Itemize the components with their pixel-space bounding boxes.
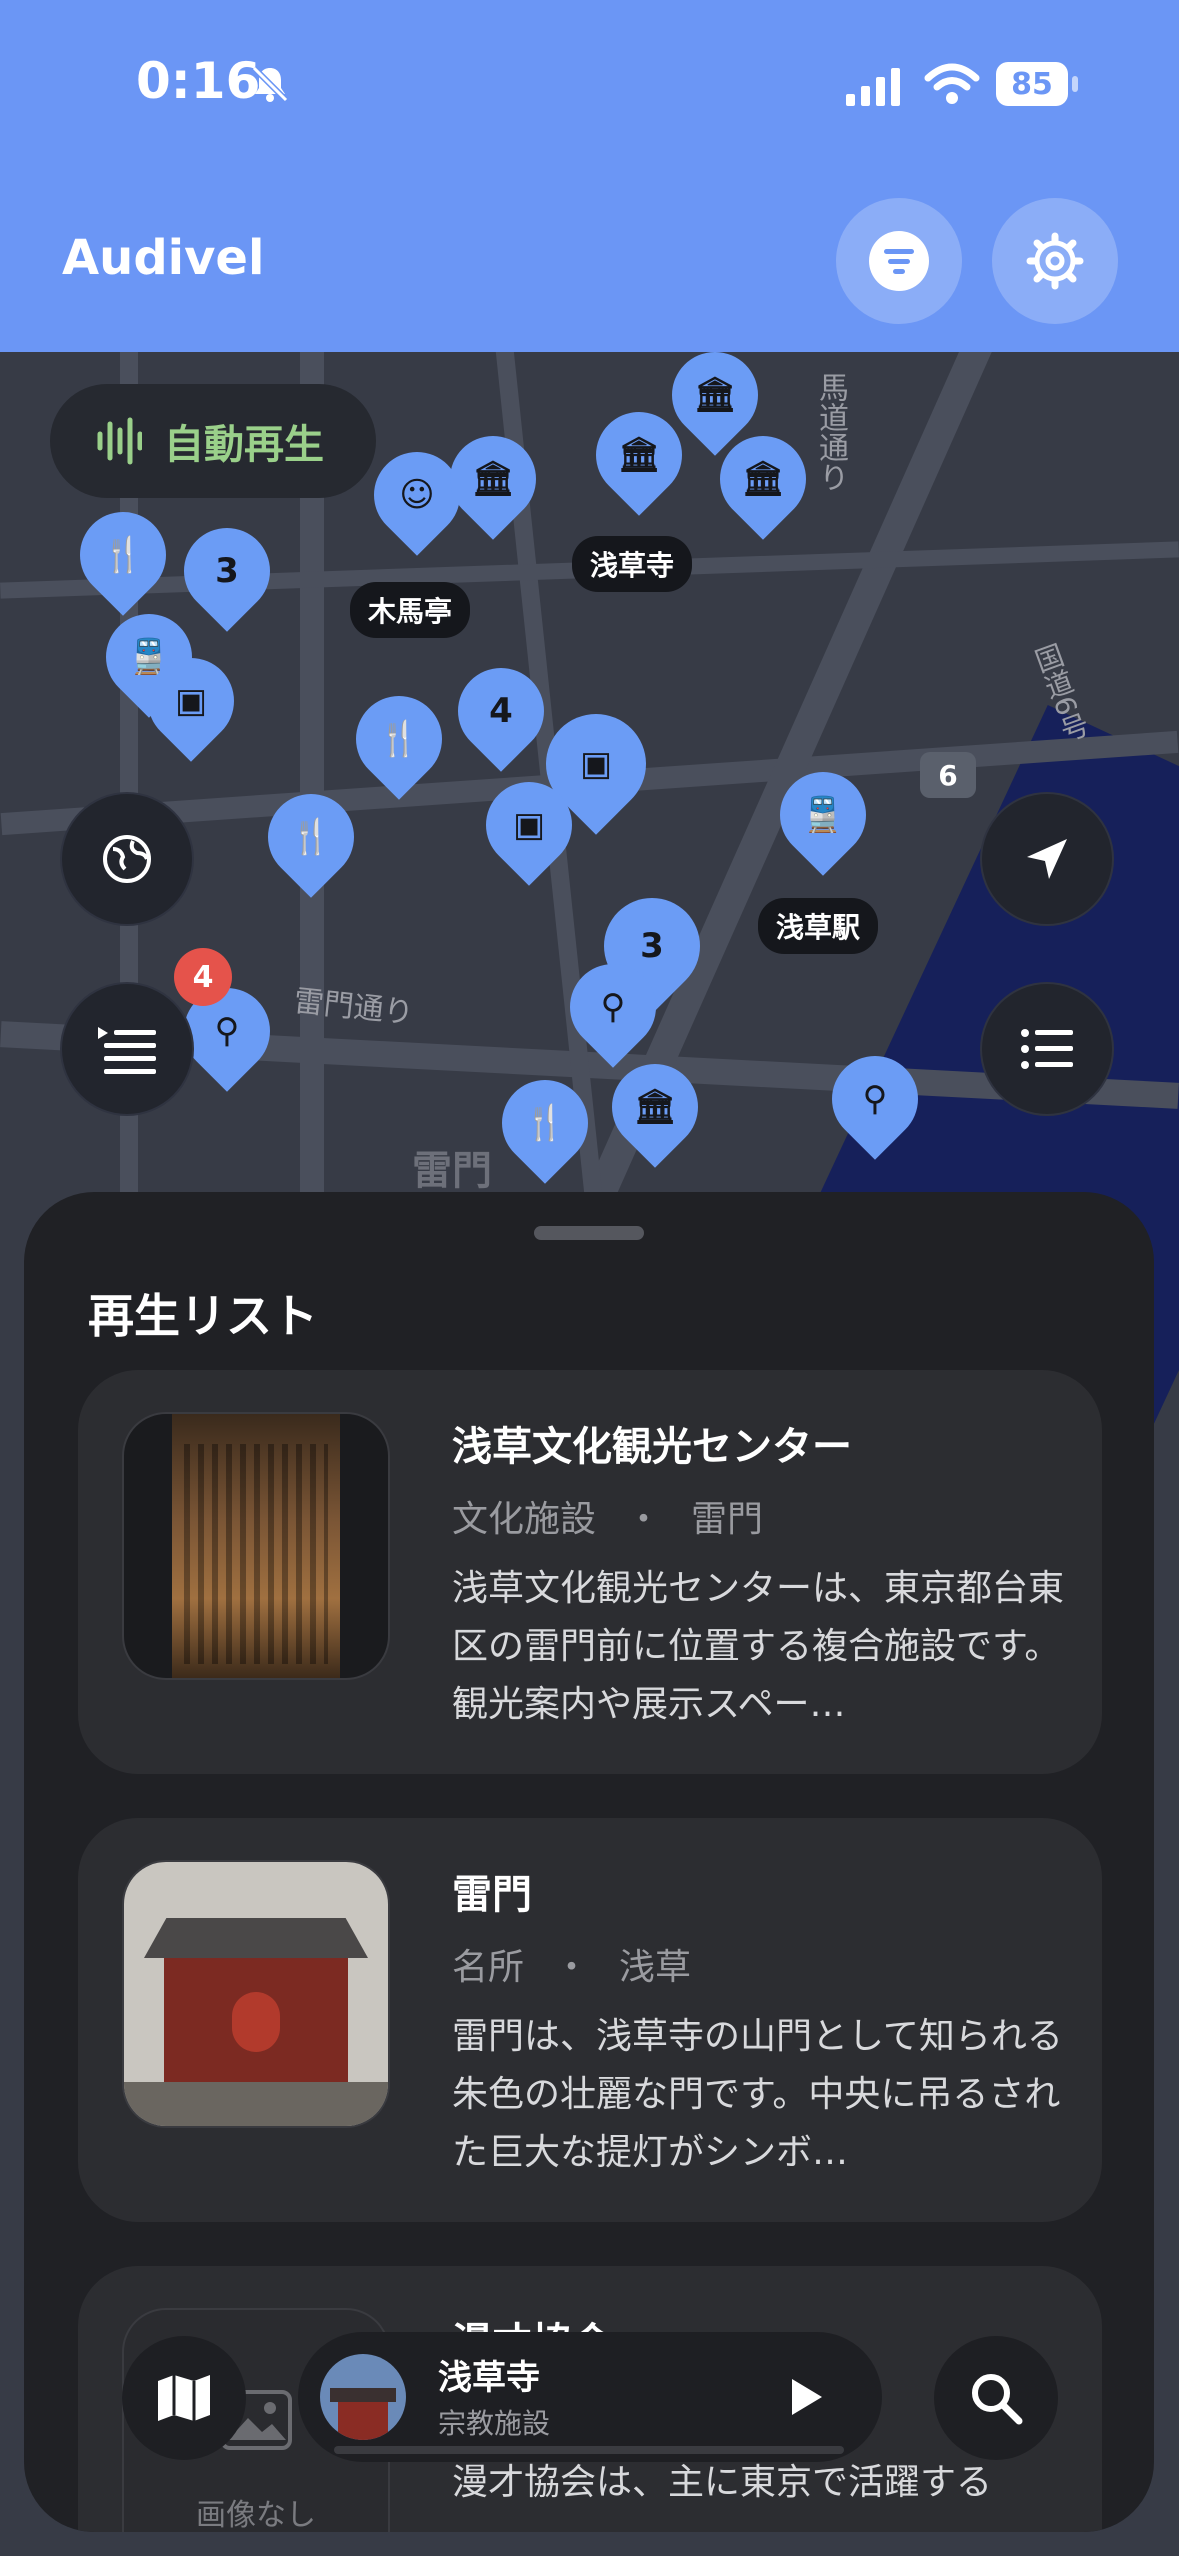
now-playing-bar[interactable]: 浅草寺 宗教施設	[298, 2332, 882, 2462]
location-pin-icon: ⚲	[862, 1079, 888, 1119]
filter-button[interactable]	[836, 198, 962, 324]
meta-separator: ・	[625, 1499, 662, 1540]
map-pin-restaurant[interactable]: 🍴	[484, 1062, 606, 1184]
wifi-icon	[924, 63, 980, 104]
settings-button[interactable]	[992, 198, 1118, 324]
waveform-icon	[97, 417, 142, 465]
bag-icon: ▣	[512, 805, 546, 845]
app-header: 0:16 85 Audivel	[0, 0, 1179, 352]
bell-muted-icon	[251, 65, 289, 103]
map-label-sensoji[interactable]: 浅草寺	[572, 536, 693, 592]
train-icon: 🚆	[801, 795, 845, 835]
battery-level: 85	[1011, 66, 1053, 102]
list-view-button[interactable]	[982, 984, 1112, 1114]
map-pin-train[interactable]: 🚆	[762, 754, 884, 876]
location-pin-icon: ⚲	[600, 987, 626, 1027]
progress-track[interactable]	[334, 2446, 844, 2454]
meta-separator: ・	[553, 1947, 590, 1988]
app-title: Audivel	[62, 230, 265, 286]
theater-masks-icon: ☺	[399, 475, 435, 515]
sheet-grabber[interactable]	[534, 1226, 644, 1240]
play-icon[interactable]	[786, 2376, 826, 2418]
fork-knife-icon: 🍴	[101, 535, 145, 575]
item-area: 浅草	[618, 1947, 691, 1988]
location-arrow-icon	[1027, 839, 1067, 879]
museum-icon: 🏛	[617, 435, 661, 475]
map-pin-museum[interactable]: 🏛	[432, 418, 554, 540]
map-pin-spot[interactable]: ⚲	[814, 1038, 936, 1160]
map-icon	[158, 2375, 210, 2421]
item-area: 雷門	[690, 1499, 763, 1540]
playlist-icon	[98, 1027, 156, 1074]
battery-tip	[1072, 76, 1078, 92]
sheet-title: 再生リスト	[88, 1289, 318, 1343]
item-category: 文化施設	[452, 1499, 597, 1540]
item-category: 名所	[452, 1947, 525, 1988]
filter-icon	[869, 231, 929, 291]
map-area-label: 雷門	[412, 1148, 492, 1194]
museum-icon: 🏛	[633, 1087, 677, 1127]
battery-icon: 85	[996, 62, 1068, 106]
playlist-button[interactable]	[62, 984, 192, 1114]
museum-icon: 🏛	[693, 375, 737, 415]
item-description: 浅草文化観光センターは、東京都台東区の雷門前に位置する複合施設です。観光案内や展…	[452, 1568, 1065, 1725]
list-icon	[1021, 1029, 1073, 1069]
map-pin-cluster[interactable]: 4	[440, 650, 562, 772]
playlist-sheet[interactable]: 再生リスト 浅草文化観光センター 文化施設 ・ 雷門 浅草文化観光センターは、東…	[24, 1192, 1154, 2532]
item-description: 漫才協会は、主に東京で活躍する	[452, 2462, 993, 2503]
fork-knife-icon: 🍴	[523, 1103, 567, 1143]
map-pin-spot[interactable]: ⚲	[552, 946, 674, 1068]
map-label-mokubatei[interactable]: 木馬亭	[350, 582, 471, 638]
autoplay-label: 自動再生	[164, 422, 324, 468]
item-meta: 名所 ・ 浅草	[452, 1938, 691, 1990]
now-playing-subtitle: 宗教施設	[438, 2407, 551, 2440]
current-location-button[interactable]	[982, 794, 1112, 924]
playlist-item[interactable]: 雷門 名所 ・ 浅草 雷門は、浅草寺の山門として知られる朱色の壮麗な門です。中央…	[78, 1818, 1102, 2222]
item-meta: 文化施設 ・ 雷門	[452, 1490, 763, 1542]
item-title: 雷門	[452, 1872, 532, 1918]
status-time: 0:16	[136, 52, 261, 110]
map-street-label: 馬道通り	[813, 372, 848, 492]
museum-icon: 🏛	[741, 459, 785, 499]
map-tab-button[interactable]	[122, 2336, 246, 2460]
search-icon	[972, 2374, 1023, 2425]
map-pin-restaurant[interactable]: 🍴	[250, 776, 372, 898]
item-thumbnail	[122, 1412, 390, 1680]
map-pin-shopping[interactable]: ▣	[468, 764, 590, 886]
playlist-item[interactable]: 浅草文化観光センター 文化施設 ・ 雷門 浅草文化観光センターは、東京都台東区の…	[78, 1370, 1102, 1774]
map-label-asakusa-station[interactable]: 浅草駅	[758, 898, 879, 954]
item-thumbnail	[122, 1860, 390, 2128]
no-image-label: 画像なし	[196, 2498, 316, 2532]
fork-knife-icon: 🍴	[289, 817, 333, 857]
cluster-count: 4	[489, 691, 513, 731]
cluster-count: 3	[215, 551, 239, 591]
item-title: 浅草文化観光センター	[452, 1424, 852, 1470]
gear-icon	[1026, 232, 1084, 290]
map-pin-shopping[interactable]: ▣	[130, 640, 252, 762]
fork-knife-icon: 🍴	[377, 719, 421, 759]
map-pin-museum[interactable]: 🏛	[594, 1046, 716, 1168]
map-pin-museum[interactable]: 🏛	[702, 418, 824, 540]
route-shield: 6	[920, 752, 976, 798]
map-pin-restaurant[interactable]: 🍴	[338, 678, 460, 800]
bag-icon: ▣	[174, 681, 208, 721]
autoplay-toggle[interactable]: 自動再生	[50, 384, 376, 498]
now-playing-title: 浅草寺	[438, 2358, 540, 2398]
museum-icon: 🏛	[471, 459, 515, 499]
globe-button[interactable]	[62, 794, 192, 924]
globe-icon	[103, 835, 151, 883]
item-description: 雷門は、浅草寺の山門として知られる朱色の壮麗な門です。中央に吊るされた巨大な提灯…	[452, 2016, 1063, 2173]
search-button[interactable]	[934, 2336, 1058, 2460]
signal-icon	[846, 68, 900, 106]
playlist-badge: 4	[174, 948, 232, 1006]
map-pin-restaurant[interactable]: 🍴	[62, 494, 184, 616]
now-playing-artwork	[320, 2354, 406, 2440]
